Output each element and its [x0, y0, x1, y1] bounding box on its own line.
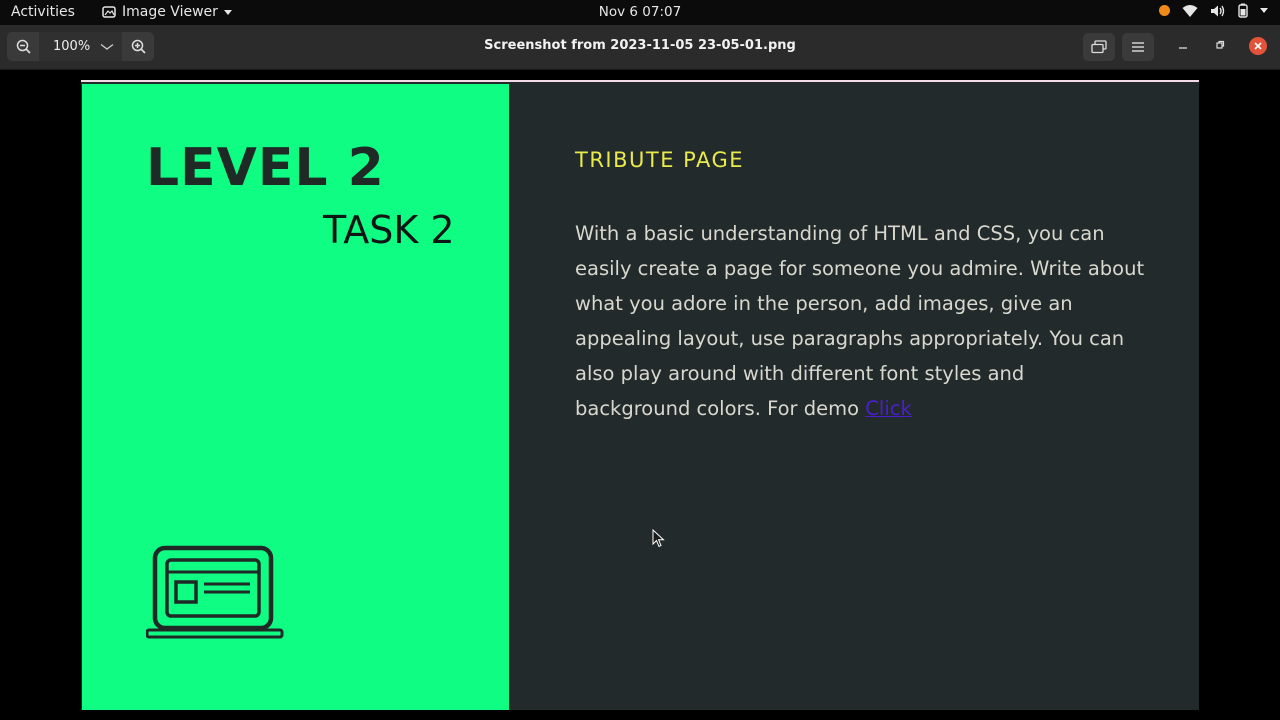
clock[interactable]: Nov 6 07:07	[0, 4, 1280, 20]
wifi-icon	[1182, 4, 1198, 17]
close-icon	[1254, 42, 1262, 50]
level-panel: LEVEL 2 TASK 2	[82, 84, 509, 710]
minimize-icon	[1179, 47, 1187, 49]
system-top-bar: Activities Image Viewer Nov 6 07:07	[0, 0, 1280, 25]
gallery-button[interactable]	[1083, 33, 1115, 61]
minimize-button[interactable]	[1178, 39, 1188, 54]
description-text: With a basic understanding of HTML and C…	[575, 222, 1145, 420]
viewer-header-bar: 100% Screenshot from 2023-11-05 23-05-01…	[0, 25, 1280, 70]
mouse-cursor-icon	[652, 529, 665, 548]
image-canvas[interactable]: LEVEL 2 TASK 2 TRIBUTE PAGE With a basic…	[0, 70, 1280, 720]
restore-icon	[1216, 40, 1225, 49]
chevron-down-icon	[1260, 8, 1268, 13]
description-paragraph: With a basic understanding of HTML and C…	[575, 216, 1145, 426]
battery-icon	[1238, 3, 1248, 18]
level-title: LEVEL 2	[146, 138, 385, 198]
task-title: TASK 2	[323, 208, 455, 252]
laptop-icon	[146, 545, 284, 639]
close-button[interactable]	[1249, 37, 1267, 55]
volume-icon	[1211, 5, 1225, 16]
displayed-image: LEVEL 2 TASK 2 TRIBUTE PAGE With a basic…	[81, 80, 1199, 710]
system-tray[interactable]	[1159, 3, 1268, 18]
main-menu-button[interactable]	[1122, 33, 1154, 61]
notification-dot-icon	[1159, 5, 1170, 16]
gallery-icon	[1091, 40, 1107, 54]
demo-link[interactable]: Click	[865, 397, 911, 420]
maximize-button[interactable]	[1215, 39, 1225, 54]
section-heading: TRIBUTE PAGE	[575, 148, 745, 172]
hamburger-menu-icon	[1132, 42, 1144, 52]
